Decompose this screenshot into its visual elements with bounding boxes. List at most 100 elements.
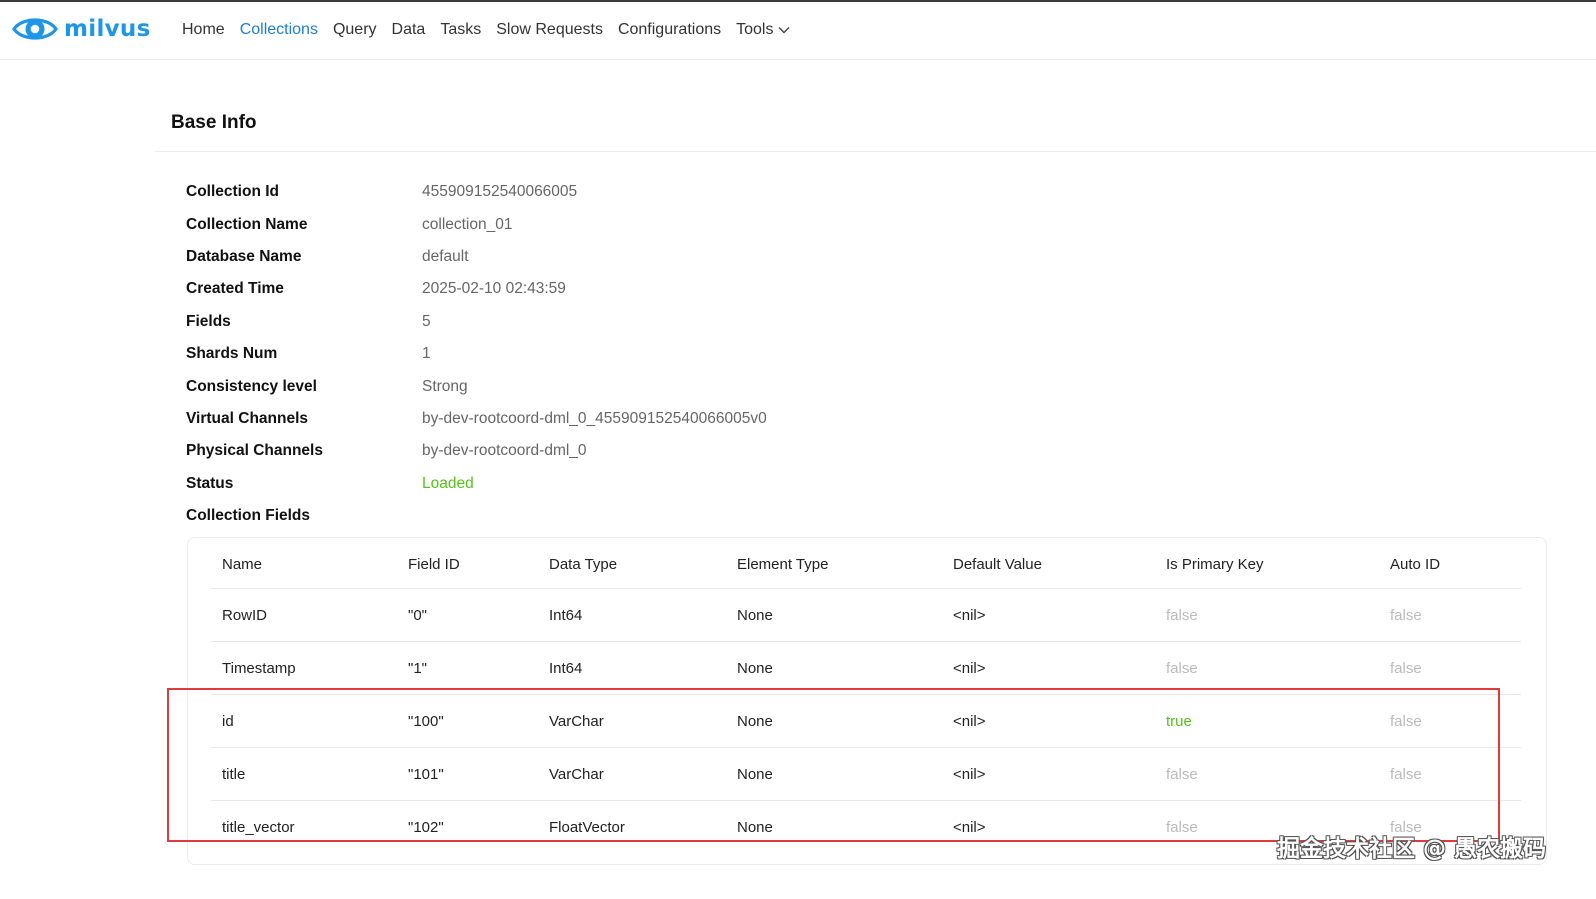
nav-item-label: Home — [182, 21, 225, 38]
cell-is-primary-key: false — [1166, 765, 1198, 783]
milvus-logo[interactable]: milvus — [12, 12, 151, 46]
chevron-down-icon — [778, 27, 790, 34]
nav-item-label: Slow Requests — [496, 21, 603, 38]
top-navbar: milvus Home Collections Query Data Tasks Slow… — [0, 2, 1596, 60]
cell-default-value: <nil> — [953, 765, 986, 783]
nav-item-label: Tools — [736, 21, 774, 38]
watermark: 掘金技术社区 @ 愚农搬码 — [1276, 836, 1546, 862]
info-row: Collection Name collection_01 — [186, 208, 767, 240]
column-header-data-type: Data Type — [549, 556, 618, 573]
cell-name: Timestamp — [222, 659, 296, 677]
info-label: Collection Fields — [186, 507, 311, 525]
cell-field-id: "100" — [408, 712, 444, 730]
table-row: title "101" VarChar None <nil> false false — [211, 748, 1521, 801]
cell-field-id: "0" — [408, 606, 427, 624]
nav-item-configurations[interactable]: Configurations — [618, 21, 721, 39]
info-label: Database Name — [186, 247, 302, 265]
table-row: id "100" VarChar None <nil> true false — [211, 695, 1521, 748]
info-label: Collection Name — [186, 215, 308, 233]
nav-item-slow-requests[interactable]: Slow Requests — [496, 21, 603, 39]
divider — [155, 151, 1596, 152]
nav-item-collections[interactable]: Collections — [240, 21, 318, 39]
info-row: Virtual Channels by-dev-rootcoord-dml_0_4… — [186, 403, 767, 435]
cell-data-type: Int64 — [549, 606, 583, 624]
cell-name: RowID — [222, 606, 268, 624]
info-label: Fields — [186, 312, 231, 330]
info-row: Collection Id 455909152540066005 — [186, 176, 767, 208]
cell-default-value: <nil> — [953, 606, 986, 624]
cell-element-type: None — [737, 606, 773, 624]
cell-default-value: <nil> — [953, 712, 986, 730]
status-badge: Loaded — [422, 474, 474, 492]
cell-is-primary-key: false — [1166, 659, 1198, 677]
logo-text: milvus — [64, 16, 151, 42]
info-value: collection_01 — [422, 215, 513, 233]
main-nav: Home Collections Query Data Tasks Slow Reques… — [182, 21, 805, 39]
cell-name: id — [222, 712, 234, 730]
info-value: 5 — [422, 312, 431, 330]
cell-field-id: "102" — [408, 818, 444, 836]
info-label: Collection Id — [186, 183, 279, 201]
info-row: Physical Channels by-dev-rootcoord-dml_0 — [186, 435, 767, 467]
info-row: Status Loaded — [186, 468, 767, 500]
info-label: Physical Channels — [186, 442, 323, 460]
nav-item-query[interactable]: Query — [333, 21, 377, 39]
cell-auto-id: false — [1390, 606, 1422, 624]
info-label: Consistency level — [186, 377, 317, 395]
info-label: Shards Num — [186, 345, 278, 363]
info-row: Consistency level Strong — [186, 370, 767, 402]
nav-item-label: Configurations — [617, 21, 722, 38]
column-header-field-id: Field ID — [408, 556, 460, 573]
cell-default-value: <nil> — [953, 659, 986, 677]
info-value: by-dev-rootcoord-dml_0_45590915254006600… — [422, 409, 767, 427]
info-row: Created Time 2025-02-10 02:43:59 — [186, 273, 767, 305]
info-row: Collection Fields — [186, 500, 767, 532]
collection-fields-table: Name Field ID Data Type Element Type Default… — [211, 541, 1521, 853]
info-value: default — [422, 247, 469, 265]
column-header-default-value: Default Value — [953, 556, 1042, 573]
base-info-list: Collection Id 455909152540066005 Collectio… — [186, 176, 767, 532]
nav-item-home[interactable]: Home — [182, 21, 225, 39]
info-label: Status — [186, 474, 234, 492]
info-row: Shards Num 1 — [186, 338, 767, 370]
table-header-row: Name Field ID Data Type Element Type Default… — [211, 541, 1521, 589]
cell-is-primary-key: false — [1166, 606, 1198, 624]
cell-element-type: None — [737, 659, 773, 677]
cell-is-primary-key: false — [1166, 818, 1198, 836]
column-header-auto-id: Auto ID — [1390, 556, 1441, 573]
info-row: Fields 5 — [186, 306, 767, 338]
info-label: Created Time — [186, 280, 284, 298]
cell-data-type: Int64 — [549, 659, 583, 677]
page-title: Base Info — [171, 112, 257, 133]
cell-data-type: FloatVector — [549, 818, 625, 836]
info-value: 2025-02-10 02:43:59 — [422, 280, 566, 298]
table-row: RowID "0" Int64 None <nil> false false — [211, 589, 1521, 642]
cell-auto-id: false — [1390, 712, 1422, 730]
info-value: 1 — [422, 345, 431, 363]
cell-auto-id: false — [1390, 659, 1422, 677]
column-header-name: Name — [222, 556, 263, 573]
cell-field-id: "101" — [408, 765, 444, 783]
cell-data-type: VarChar — [549, 765, 604, 783]
info-value: 455909152540066005 — [422, 183, 578, 201]
nav-item-tasks[interactable]: Tasks — [440, 21, 481, 39]
cell-is-primary-key: true — [1166, 712, 1192, 730]
info-value: by-dev-rootcoord-dml_0 — [422, 442, 587, 460]
info-label: Virtual Channels — [186, 409, 309, 427]
nav-item-data[interactable]: Data — [392, 21, 426, 39]
column-header-element-type: Element Type — [737, 556, 829, 573]
nav-item-label: Collections — [239, 21, 318, 38]
info-value: Strong — [422, 377, 468, 395]
cell-name: title — [222, 765, 246, 783]
nav-item-label: Data — [391, 21, 426, 38]
info-row: Database Name default — [186, 241, 767, 273]
table-row: Timestamp "1" Int64 None <nil> false false — [211, 642, 1521, 695]
nav-item-tools[interactable]: Tools — [736, 21, 790, 39]
nav-item-label: Query — [332, 21, 377, 38]
nav-item-label: Tasks — [440, 21, 482, 38]
cell-data-type: VarChar — [549, 712, 604, 730]
cell-name: title_vector — [222, 818, 295, 836]
cell-auto-id: false — [1390, 765, 1422, 783]
column-header-is-primary-key: Is Primary Key — [1166, 556, 1264, 573]
milvus-eye-icon — [12, 18, 58, 40]
